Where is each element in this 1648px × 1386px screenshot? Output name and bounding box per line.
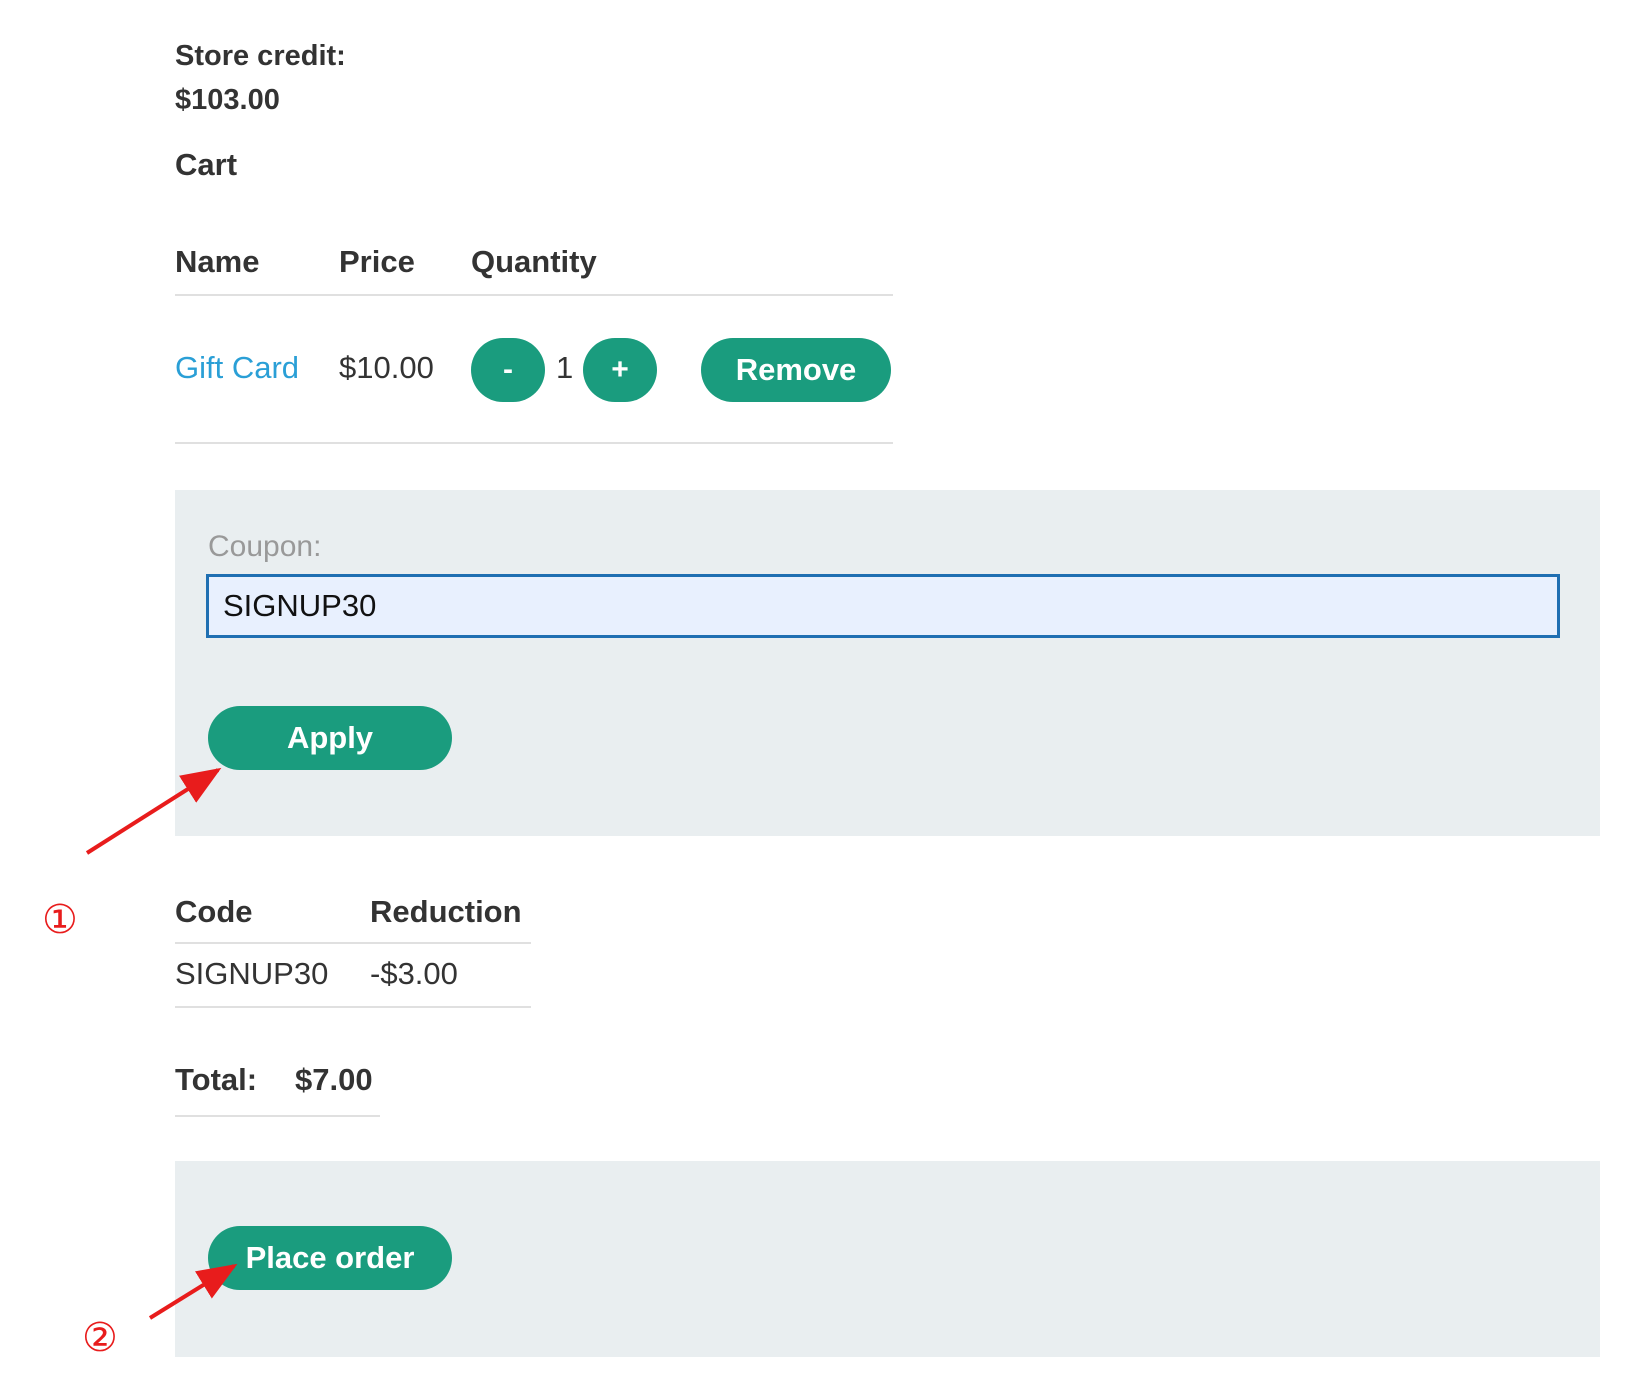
column-header-name: Name bbox=[175, 244, 260, 279]
quantity-value: 1 bbox=[556, 350, 574, 385]
annotation-marker-1: ① bbox=[42, 897, 78, 943]
column-header-quantity: Quantity bbox=[471, 244, 597, 279]
column-header-reduction: Reduction bbox=[370, 894, 522, 929]
store-credit-label: Store credit: bbox=[175, 40, 346, 72]
coupon-code-cell: SIGNUP30 bbox=[175, 956, 329, 991]
total-divider bbox=[175, 1115, 380, 1117]
annotation-marker-2: ② bbox=[82, 1315, 118, 1361]
total-label: Total: bbox=[175, 1062, 258, 1097]
coupon-input[interactable] bbox=[206, 574, 1560, 638]
header-divider bbox=[175, 942, 531, 944]
increase-quantity-button[interactable]: + bbox=[583, 338, 657, 402]
column-header-code: Code bbox=[175, 894, 253, 929]
header-divider bbox=[175, 294, 893, 296]
coupon-reduction-cell: -$3.00 bbox=[370, 956, 458, 991]
product-price: $10.00 bbox=[339, 350, 434, 385]
store-credit-value: $103.00 bbox=[175, 84, 280, 116]
coupon-label: Coupon: bbox=[208, 530, 322, 563]
column-header-price: Price bbox=[339, 244, 415, 279]
row-divider bbox=[175, 442, 893, 444]
order-panel: Place order bbox=[175, 1161, 1600, 1357]
row-divider bbox=[175, 1006, 531, 1008]
coupon-panel: Coupon: Apply bbox=[175, 490, 1600, 836]
apply-coupon-button[interactable]: Apply bbox=[208, 706, 452, 770]
remove-item-button[interactable]: Remove bbox=[701, 338, 891, 402]
total-value: $7.00 bbox=[295, 1062, 373, 1097]
product-link-gift-card[interactable]: Gift Card bbox=[175, 350, 299, 386]
cart-title: Cart bbox=[175, 147, 238, 182]
decrease-quantity-button[interactable]: - bbox=[471, 338, 545, 402]
place-order-button[interactable]: Place order bbox=[208, 1226, 452, 1290]
